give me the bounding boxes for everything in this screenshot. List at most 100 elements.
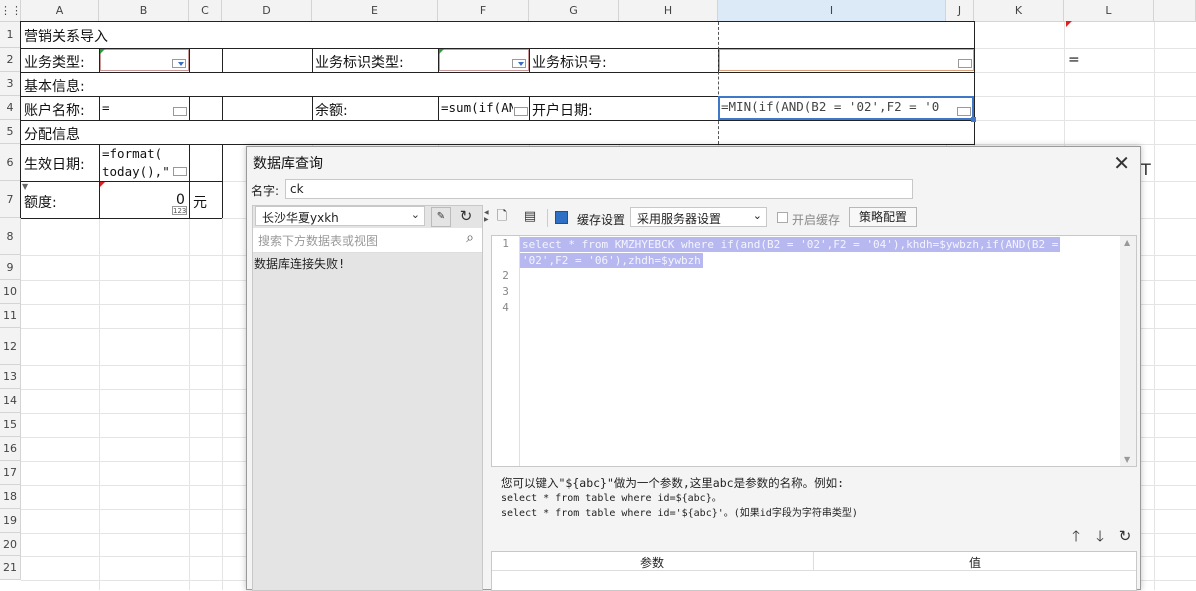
- enable-cache-checkbox[interactable]: [777, 212, 788, 223]
- sql-line-1-wrap[interactable]: '02',F2 = '06'),zhdh=$ywbzh: [520, 253, 703, 268]
- number-icon: 123: [172, 206, 187, 215]
- column-header-c[interactable]: C: [189, 0, 222, 22]
- border-line: [189, 144, 190, 218]
- border-line: [189, 96, 190, 120]
- move-up-icon[interactable]: 🡑: [1067, 527, 1085, 545]
- border-line: [21, 72, 974, 73]
- preview-icon[interactable]: 🗋: [493, 208, 511, 226]
- row-header-13[interactable]: 13: [0, 365, 21, 389]
- strategy-config-button[interactable]: 策略配置: [849, 207, 917, 227]
- cell-b6-line1[interactable]: =format(: [102, 146, 162, 161]
- border-line: [20, 21, 21, 218]
- column-header-d[interactable]: D: [222, 0, 312, 22]
- cell-marker-icon: ▼: [22, 182, 29, 191]
- cell-i4[interactable]: =MIN(if(AND(B2 = '02',F2 = '0: [721, 99, 955, 114]
- cell-l2[interactable]: =: [1068, 52, 1080, 68]
- row-header-7[interactable]: 7: [0, 181, 21, 218]
- row-header-17[interactable]: 17: [0, 461, 21, 485]
- cell-a7[interactable]: 额度:: [24, 192, 57, 212]
- select-all-corner[interactable]: ⋮⋮: [0, 0, 22, 22]
- textbox-icon: [173, 167, 187, 176]
- row-header-4[interactable]: 4: [0, 96, 21, 120]
- row-header-5[interactable]: 5: [0, 120, 21, 144]
- scroll-up-icon[interactable]: ▲: [1124, 238, 1130, 247]
- cell-g4[interactable]: 开户日期:: [532, 100, 593, 120]
- cell-a6[interactable]: 生效日期:: [24, 154, 85, 174]
- column-header-a[interactable]: A: [21, 0, 99, 22]
- datasource-select[interactable]: 长沙华夏yxkh ⌄: [255, 206, 425, 226]
- search-icon[interactable]: ⌕: [466, 230, 474, 246]
- border-line: [99, 96, 100, 120]
- dropdown-icon[interactable]: [512, 59, 526, 68]
- column-header-j[interactable]: J: [946, 0, 974, 22]
- cell-a1[interactable]: 营销关系导入: [24, 26, 108, 46]
- row-header-6[interactable]: 6: [0, 144, 21, 181]
- row-header-8[interactable]: 8: [0, 218, 21, 255]
- column-header-b[interactable]: B: [99, 0, 189, 22]
- row-header-1[interactable]: 1: [0, 22, 21, 48]
- save-icon[interactable]: ▤: [521, 208, 539, 226]
- column-header-i[interactable]: I: [718, 0, 946, 22]
- column-header-l[interactable]: L: [1064, 0, 1154, 22]
- hint-line-1: 您可以键入"${abc}"做为一个参数,这里abc是参数的名称。例如:: [501, 476, 845, 490]
- row-header-21[interactable]: 21: [0, 556, 21, 580]
- refresh-icon[interactable]: ↻: [457, 207, 475, 225]
- cell-g2[interactable]: 业务标识号:: [532, 52, 607, 72]
- page-break-line: [718, 22, 719, 144]
- cell-e4[interactable]: 余额:: [315, 100, 348, 120]
- row-header-20[interactable]: 20: [0, 533, 21, 556]
- row-header-3[interactable]: 3: [0, 72, 21, 96]
- row-header-11[interactable]: 11: [0, 304, 21, 328]
- border-line: [529, 96, 530, 120]
- cell-b4[interactable]: =: [102, 100, 110, 115]
- row-header-19[interactable]: 19: [0, 509, 21, 533]
- sql-line-1[interactable]: select * from KMZHYEBCK where if(and(B2 …: [520, 237, 1061, 252]
- scroll-down-icon[interactable]: ▼: [1124, 455, 1130, 464]
- param-column-header[interactable]: 参数: [492, 554, 812, 571]
- cache-option-select[interactable]: 采用服务器设置 ⌄: [630, 207, 767, 227]
- cell-a3[interactable]: 基本信息:: [24, 76, 85, 96]
- row-header-15[interactable]: 15: [0, 413, 21, 437]
- row-header-12[interactable]: 12: [0, 328, 21, 365]
- cell-c7[interactable]: 元: [193, 192, 207, 212]
- cell-b6-line2[interactable]: today(),": [102, 164, 172, 179]
- row-header-2[interactable]: 2: [0, 48, 21, 72]
- right-panel: 🗋 ▤ 缓存设置 采用服务器设置 ⌄ 开启缓存 策略配置 1 2 3 4 sel…: [489, 205, 1137, 591]
- row-header-9[interactable]: 9: [0, 255, 21, 280]
- name-label: 名字:: [251, 184, 280, 198]
- id-number-input[interactable]: [719, 49, 974, 71]
- value-column-header[interactable]: 值: [814, 554, 1136, 571]
- hint-line-2: select * from table where id=${abc}。: [501, 493, 722, 504]
- row-header-16[interactable]: 16: [0, 437, 21, 461]
- splitter-arrows-icon[interactable]: ◀ ▶: [484, 209, 489, 223]
- close-icon[interactable]: ✕: [1113, 151, 1130, 175]
- row-header-14[interactable]: 14: [0, 389, 21, 413]
- sql-editor[interactable]: 1 2 3 4 select * from KMZHYEBCK where if…: [491, 235, 1137, 467]
- cell-e2[interactable]: 业务标识类型:: [315, 52, 404, 72]
- border-line: [222, 144, 223, 218]
- refresh-params-icon[interactable]: ↻: [1116, 527, 1134, 545]
- search-box[interactable]: 搜索下方数据表或视图 ⌕: [253, 228, 482, 253]
- row-header-18[interactable]: 18: [0, 485, 21, 509]
- search-placeholder: 搜索下方数据表或视图: [258, 234, 379, 248]
- column-header-h[interactable]: H: [619, 0, 718, 22]
- fill-handle[interactable]: [971, 117, 976, 122]
- column-header-f[interactable]: F: [438, 0, 529, 22]
- line-number-gutter: 1 2 3 4: [492, 236, 519, 466]
- column-header-g[interactable]: G: [529, 0, 619, 22]
- cell-a5[interactable]: 分配信息: [24, 124, 80, 144]
- column-header-k[interactable]: K: [974, 0, 1064, 22]
- editor-scrollbar[interactable]: ▲ ▼: [1120, 236, 1136, 466]
- edit-datasource-icon[interactable]: ✎: [431, 207, 451, 227]
- column-header-blank: [1154, 0, 1196, 22]
- column-header-e[interactable]: E: [312, 0, 438, 22]
- cell-a4[interactable]: 账户名称:: [24, 100, 85, 120]
- name-field[interactable]: ck: [285, 179, 913, 199]
- param-hint: 您可以键入"${abc}"做为一个参数,这里abc是参数的名称。例如: sele…: [501, 476, 858, 521]
- cell-a2[interactable]: 业务类型:: [24, 52, 85, 72]
- move-down-icon[interactable]: 🡓: [1091, 527, 1109, 545]
- row-header-10[interactable]: 10: [0, 280, 21, 304]
- cell-f4[interactable]: =sum(if(AN: [441, 100, 513, 115]
- name-value: ck: [290, 182, 304, 196]
- dropdown-icon[interactable]: [172, 59, 186, 68]
